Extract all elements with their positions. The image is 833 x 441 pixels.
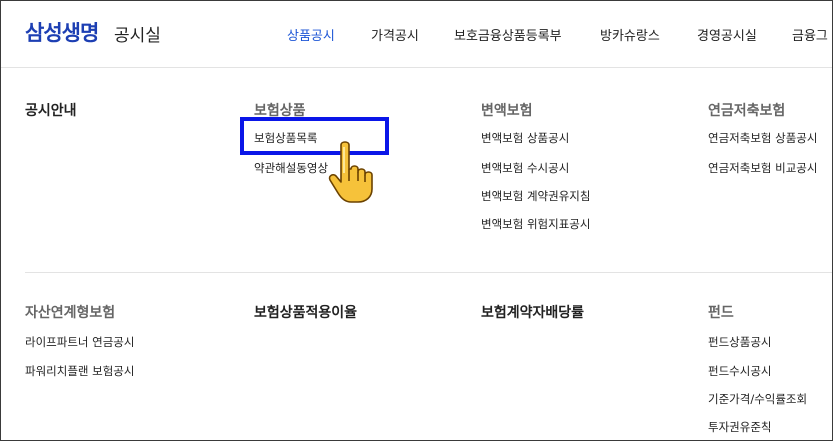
menu-link-life-partner-pension[interactable]: 라이프파트너 연금공시: [25, 334, 134, 350]
nav-item-product-disclosure[interactable]: 상품공시: [287, 25, 335, 44]
menu-link-fund-investment-guide[interactable]: 투자권유준칙: [708, 419, 771, 435]
menu-title-disclosure-guide[interactable]: 공시안내: [25, 100, 77, 120]
site-title[interactable]: 공시실: [114, 21, 161, 46]
menu-link-variable-risk-indicator[interactable]: 변액보험 위험지표공시: [481, 216, 590, 232]
menu-title-dividend-rate[interactable]: 보험계약자배당률: [481, 302, 584, 322]
nav-item-management-disclosure[interactable]: 경영공시실: [697, 25, 757, 44]
menu-link-pension-product-disclosure[interactable]: 연금저축보험 상품공시: [708, 130, 817, 146]
menu-link-variable-solicitation-guide[interactable]: 변액보험 계약권유지침: [481, 188, 590, 204]
menu-link-fund-nav-yield[interactable]: 기준가격/수익률조회: [708, 391, 807, 407]
header: 삼성생명 공시실 상품공시 가격공시 보호금융상품등록부 방카슈랑스 경영공시실…: [1, 1, 832, 68]
menu-divider: [25, 272, 832, 273]
menu-title-fund[interactable]: 펀드: [708, 302, 734, 322]
menu-link-fund-occasional[interactable]: 펀드수시공시: [708, 363, 771, 379]
nav-item-financial-group[interactable]: 금융그: [792, 25, 828, 44]
page-frame: 삼성생명 공시실 상품공시 가격공시 보호금융상품등록부 방카슈랑스 경영공시실…: [0, 0, 833, 441]
menu-link-pension-comparison[interactable]: 연금저축보험 비교공시: [708, 160, 817, 176]
menu-link-variable-occasional-disclosure[interactable]: 변액보험 수시공시: [481, 160, 569, 176]
menu-link-fund-product[interactable]: 펀드상품공시: [708, 334, 771, 350]
menu-link-terms-video[interactable]: 약관해설동영상: [254, 160, 328, 176]
nav-item-price-disclosure[interactable]: 가격공시: [371, 25, 419, 44]
menu-title-pension-savings[interactable]: 연금저축보험: [708, 100, 785, 120]
menu-title-asset-linked[interactable]: 자산연계형보험: [25, 302, 115, 322]
menu-title-variable-insurance[interactable]: 변액보험: [481, 100, 533, 120]
nav-item-protection-registry[interactable]: 보호금융상품등록부: [454, 25, 562, 44]
nav-item-bancassurance[interactable]: 방카슈랑스: [600, 25, 660, 44]
menu-link-power-rich-plan[interactable]: 파워리치플랜 보험공시: [25, 363, 134, 379]
menu-title-applied-rate[interactable]: 보험상품적용이율: [254, 302, 357, 322]
menu-link-variable-product-disclosure[interactable]: 변액보험 상품공시: [481, 130, 569, 146]
hand-pointer-icon: [328, 141, 373, 203]
logo[interactable]: 삼성생명: [25, 17, 99, 47]
